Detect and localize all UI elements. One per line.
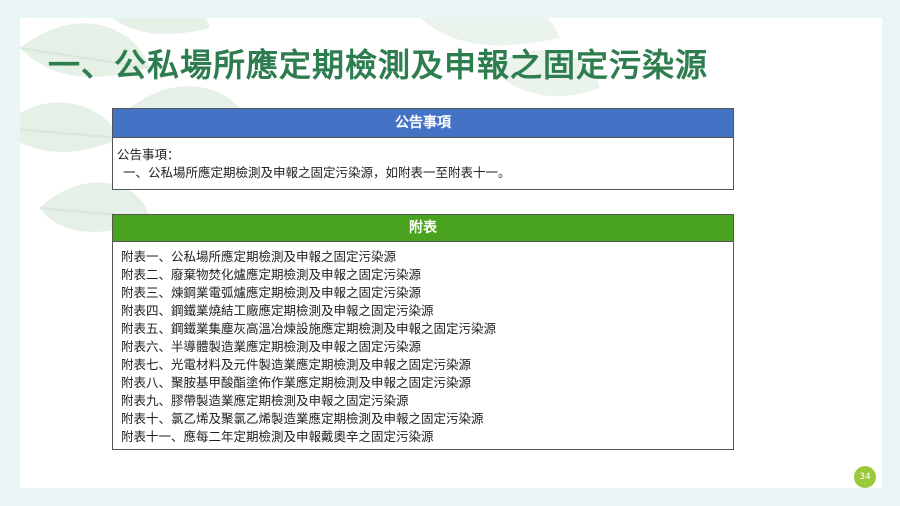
slide: 一、公私場所應定期檢測及申報之固定污染源 公告事項 公告事項： 一、公私場所應定… — [20, 18, 882, 488]
announcement-label: 公告事項： — [117, 147, 180, 162]
announcement-header: 公告事項 — [113, 109, 733, 138]
list-item: 附表八、聚胺基甲酸酯塗佈作業應定期檢測及申報之固定污染源 — [121, 375, 472, 390]
list-item: 附表十一、應每二年定期檢測及申報戴奧辛之固定污染源 — [121, 429, 434, 444]
list-item: 附表四、鋼鐵業燒結工廠應定期檢測及申報之固定污染源 — [121, 303, 434, 318]
list-item: 附表十、氯乙烯及聚氯乙烯製造業應定期檢測及申報之固定污染源 — [121, 411, 484, 426]
list-item: 附表六、半導體製造業應定期檢測及申報之固定污染源 — [121, 339, 422, 354]
appendix-box: 附表 附表一、公私場所應定期檢測及申報之固定污染源 附表二、廢棄物焚化爐應定期檢… — [112, 214, 734, 450]
list-item: 附表二、廢棄物焚化爐應定期檢測及申報之固定污染源 — [121, 267, 422, 282]
list-item: 附表一、公私場所應定期檢測及申報之固定污染源 — [121, 249, 397, 264]
appendix-header: 附表 — [113, 215, 733, 242]
announcement-text: 一、公私場所應定期檢測及申報之固定污染源，如附表一至附表十一。 — [123, 165, 511, 180]
announcement-body: 公告事項： 一、公私場所應定期檢測及申報之固定污染源，如附表一至附表十一。 — [113, 138, 733, 182]
appendix-list: 附表一、公私場所應定期檢測及申報之固定污染源 附表二、廢棄物焚化爐應定期檢測及申… — [113, 242, 733, 446]
announcement-box: 公告事項 公告事項： 一、公私場所應定期檢測及申報之固定污染源，如附表一至附表十… — [112, 108, 734, 190]
list-item: 附表五、鋼鐵業集塵灰高溫冶煉設施應定期檢測及申報之固定污染源 — [121, 321, 497, 336]
list-item: 附表七、光電材料及元件製造業應定期檢測及申報之固定污染源 — [121, 357, 472, 372]
page-number-badge: 34 — [854, 466, 876, 488]
page-title: 一、公私場所應定期檢測及申報之固定污染源 — [48, 46, 709, 84]
list-item: 附表九、膠帶製造業應定期檢測及申報之固定污染源 — [121, 393, 409, 408]
list-item: 附表三、煉鋼業電弧爐應定期檢測及申報之固定污染源 — [121, 285, 422, 300]
